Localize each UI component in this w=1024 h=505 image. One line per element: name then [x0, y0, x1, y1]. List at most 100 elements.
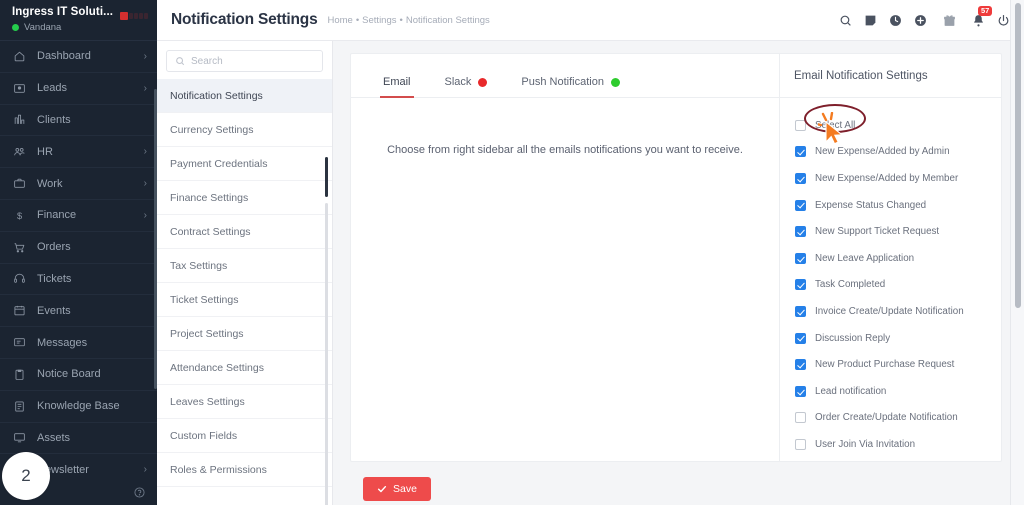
- search-icon[interactable]: [839, 14, 852, 27]
- sidebar-item-assets[interactable]: Assets: [0, 423, 157, 455]
- sidebar-item-label: HR: [37, 145, 53, 158]
- email-option-row[interactable]: Expense Status Changed: [795, 192, 1001, 219]
- clock-icon[interactable]: [889, 14, 902, 27]
- sidebar-item-finance[interactable]: $ Finance ›: [0, 200, 157, 232]
- email-option-row[interactable]: User Join Via Invitation: [795, 431, 1001, 458]
- logo-bar-1: [129, 13, 133, 19]
- settings-menu-item-attendance-settings[interactable]: Attendance Settings: [157, 351, 332, 385]
- sidebar-item-label: Orders: [37, 241, 71, 254]
- settings-menu-item-currency-settings[interactable]: Currency Settings: [157, 113, 332, 147]
- breadcrumb-item[interactable]: Notification Settings: [406, 15, 490, 26]
- email-option-row[interactable]: New Product Purchase Request: [795, 351, 1001, 378]
- checkbox-new-leave-application[interactable]: [795, 252, 806, 264]
- settings-menu-item-notification-settings[interactable]: Notification Settings: [157, 79, 332, 113]
- email-option-row[interactable]: Invoice Create/Update Notification: [795, 298, 1001, 325]
- sidebar-item-label: Work: [37, 177, 63, 190]
- logo-bar-4: [144, 13, 148, 19]
- tab-slack[interactable]: Slack: [428, 76, 505, 97]
- sidebar-item-messages[interactable]: Messages: [0, 327, 157, 359]
- checkbox-order-create-update-notification[interactable]: [795, 412, 806, 424]
- book-icon: [13, 400, 30, 413]
- breadcrumb-separator: •: [355, 14, 360, 26]
- sidebar-item-label: Assets: [37, 431, 71, 444]
- settings-menu-item-finance-settings[interactable]: Finance Settings: [157, 181, 332, 215]
- email-option-row[interactable]: Select All: [795, 112, 1001, 139]
- plus-circle-icon[interactable]: [914, 14, 927, 27]
- clients-icon: [13, 113, 30, 126]
- checkbox-select-all[interactable]: [795, 119, 806, 131]
- power-icon[interactable]: [997, 14, 1010, 27]
- checkbox-task-completed[interactable]: [795, 279, 806, 291]
- settings-menu-item-ticket-settings[interactable]: Ticket Settings: [157, 283, 332, 317]
- sidebar-item-hr[interactable]: HR ›: [0, 136, 157, 169]
- checkbox-discussion-reply[interactable]: [795, 332, 806, 344]
- email-option-row[interactable]: New Expense/Added by Member: [795, 165, 1001, 192]
- settings-menu-list: Notification Settings Currency Settings Pa…: [157, 79, 332, 487]
- page-scrollbar-thumb[interactable]: [1015, 3, 1021, 308]
- step-number-badge: 2: [2, 452, 50, 500]
- email-option-label: Discussion Reply: [815, 332, 891, 344]
- sidebar-item-knowledge-base[interactable]: Knowledge Base: [0, 391, 157, 423]
- sidebar-item-work[interactable]: Work ›: [0, 168, 157, 200]
- user-name: Vandana: [24, 22, 62, 33]
- sidebar-item-label: Events: [37, 304, 71, 317]
- monitor-icon: [13, 431, 30, 444]
- gift-icon[interactable]: [943, 13, 956, 28]
- checkbox-invoice-create-update-notification[interactable]: [795, 305, 806, 317]
- email-option-row[interactable]: Order Create/Update Notification: [795, 405, 1001, 432]
- save-button-wrap: Save: [350, 462, 1002, 501]
- settings-menu-item-payment-credentials[interactable]: Payment Credentials: [157, 147, 332, 181]
- email-option-row[interactable]: New Expense/Added by Admin: [795, 139, 1001, 166]
- settings-menu-item-custom-fields[interactable]: Custom Fields: [157, 419, 332, 453]
- tab-status-dot: [478, 77, 488, 87]
- main-sidebar: Ingress IT Soluti... Vandana Dashboard › L…: [0, 0, 157, 505]
- settings-menu-item-tax-settings[interactable]: Tax Settings: [157, 249, 332, 283]
- settings-scrollbar-thumb-active[interactable]: [325, 157, 328, 197]
- bell-icon[interactable]: 57: [972, 5, 993, 27]
- sidebar-header: Ingress IT Soluti... Vandana: [0, 0, 157, 41]
- settings-scrollbar-thumb[interactable]: [325, 203, 328, 505]
- cart-icon: [13, 241, 30, 254]
- email-option-row[interactable]: Task Completed: [795, 272, 1001, 299]
- sidebar-item-notice-board[interactable]: Notice Board: [0, 359, 157, 391]
- settings-menu-item-roles-permissions[interactable]: Roles & Permissions: [157, 453, 332, 487]
- checkbox-new-expense-added-by-admin[interactable]: [795, 146, 806, 158]
- checkbox-lead-notification[interactable]: [795, 385, 806, 397]
- message-icon: [13, 336, 30, 349]
- breadcrumb-item[interactable]: Settings: [362, 15, 396, 26]
- sidebar-item-label: Dashboard: [37, 50, 91, 63]
- breadcrumb-item[interactable]: Home: [328, 15, 353, 26]
- checkbox-new-product-purchase-request[interactable]: [795, 359, 806, 371]
- sidebar-item-label: Clients: [37, 113, 71, 126]
- help-circle-icon[interactable]: [134, 487, 145, 501]
- sidebar-item-leads[interactable]: Leads ›: [0, 73, 157, 105]
- settings-scrollbar-track[interactable]: [325, 75, 330, 505]
- checkbox-user-join-via-invitation[interactable]: [795, 438, 806, 450]
- settings-menu-item-contract-settings[interactable]: Contract Settings: [157, 215, 332, 249]
- checkbox-new-expense-added-by-member[interactable]: [795, 172, 806, 184]
- main-content-area: Email Slack Push Notification Choose from …: [333, 41, 1024, 505]
- email-option-row[interactable]: New Support Ticket Request: [795, 218, 1001, 245]
- email-option-row[interactable]: Discussion Reply: [795, 325, 1001, 352]
- settings-menu-item-leaves-settings[interactable]: Leaves Settings: [157, 385, 332, 419]
- note-icon[interactable]: [864, 14, 877, 27]
- tab-email[interactable]: Email: [366, 76, 428, 98]
- save-button[interactable]: Save: [363, 477, 431, 501]
- sidebar-item-dashboard[interactable]: Dashboard ›: [0, 41, 157, 73]
- sidebar-item-orders[interactable]: Orders: [0, 232, 157, 264]
- tab-label: Slack: [444, 76, 472, 88]
- chevron-right-icon: ›: [143, 464, 147, 476]
- settings-menu-item-project-settings[interactable]: Project Settings: [157, 317, 332, 351]
- checkbox-expense-status-changed[interactable]: [795, 199, 806, 211]
- sidebar-item-label: Tickets: [37, 272, 72, 285]
- checkbox-new-support-ticket-request[interactable]: [795, 226, 806, 238]
- settings-search-box[interactable]: Search: [166, 50, 323, 72]
- hr-icon: [13, 145, 30, 158]
- tab-push-notification[interactable]: Push Notification: [504, 76, 637, 97]
- email-option-row[interactable]: New Leave Application: [795, 245, 1001, 272]
- save-button-label: Save: [393, 483, 417, 495]
- sidebar-item-tickets[interactable]: Tickets: [0, 264, 157, 296]
- email-option-row[interactable]: Lead notification: [795, 378, 1001, 405]
- sidebar-item-clients[interactable]: Clients: [0, 105, 157, 137]
- sidebar-item-events[interactable]: Events: [0, 295, 157, 328]
